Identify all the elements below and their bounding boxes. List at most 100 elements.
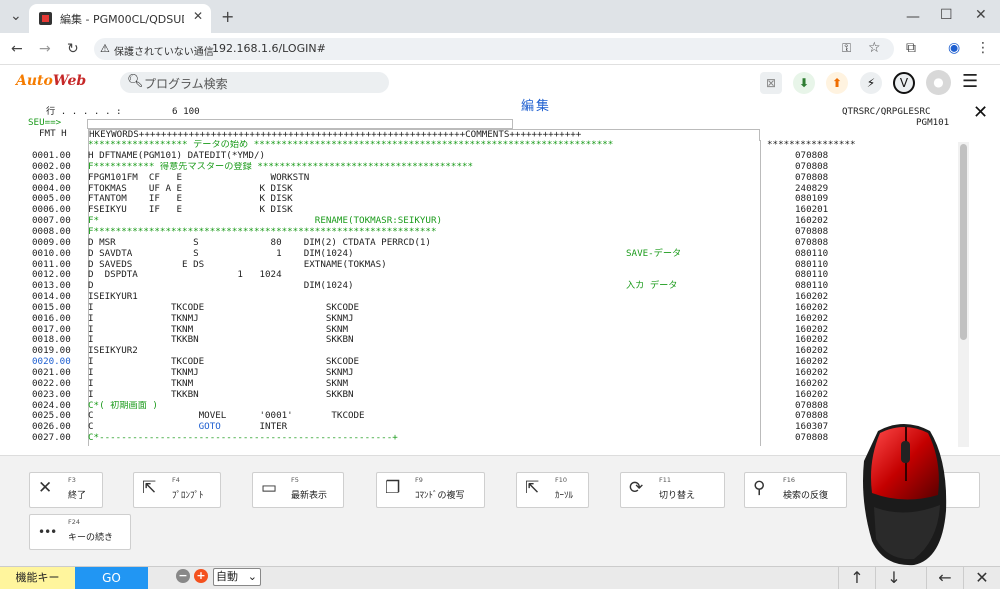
editor-close-icon[interactable]: ✕: [973, 102, 988, 123]
download-icon[interactable]: ⬇: [793, 72, 815, 94]
source-line[interactable]: F***************************************…: [88, 227, 436, 238]
more-icon: •••: [38, 525, 57, 539]
function-key-toggle[interactable]: 機能キー: [0, 567, 75, 589]
browser-tab[interactable]: 編集 - PGM00CL/QDSUDSPF (F ✕: [29, 4, 211, 33]
source-line[interactable]: FTOKMAS UF A E K DISK: [88, 184, 293, 195]
source-editor[interactable]: 行 . . . . . : 6 100 編集 QTRSRC/QRPGLESRC …: [10, 100, 970, 454]
avatar[interactable]: ●: [926, 70, 951, 95]
source-line[interactable]: I TKCODE SKCODE: [88, 303, 359, 314]
source-line[interactable]: I TKNM SKNM: [88, 325, 348, 336]
source-line[interactable]: FSEIKYU IF E K DISK: [88, 205, 293, 216]
scrollbar-thumb[interactable]: [960, 144, 967, 340]
messenger-icon[interactable]: ⚡: [860, 72, 882, 94]
fkey-label: 検索の反復: [783, 491, 829, 501]
row-value: 6 100: [172, 106, 200, 117]
fkey-code: F24: [68, 518, 81, 526]
mode-select[interactable]: 自動 ⌄: [213, 568, 261, 586]
upload-icon[interactable]: ⬆: [826, 72, 848, 94]
source-line[interactable]: D DSPDTA 1 1024: [88, 270, 282, 281]
source-line[interactable]: I TKNMJ SKNMJ: [88, 314, 354, 325]
source-line[interactable]: C*( 初期画面 ): [88, 401, 158, 412]
program-search-input[interactable]: 🔍︎ プログラム検索: [120, 72, 389, 93]
reload-icon[interactable]: ↻: [67, 42, 79, 56]
source-line[interactable]: I TKNMJ SKNMJ: [88, 368, 354, 379]
warning-icon[interactable]: ⚠: [100, 42, 110, 55]
browser-menu-icon[interactable]: ⋮: [976, 41, 990, 55]
source-line[interactable]: D SAVDTA S 1 DIM(1024): [88, 249, 354, 260]
prompt-icon: ⇱: [142, 478, 157, 498]
forward-icon[interactable]: →: [39, 42, 51, 56]
change-date: 160202: [795, 388, 829, 400]
tab-list-icon[interactable]: ⌄: [10, 8, 22, 24]
member-name: PGM101: [916, 117, 950, 128]
copy-icon: ❐: [385, 478, 401, 498]
fkey-button-f24[interactable]: ••• F24 キーの続き: [29, 514, 131, 550]
page-down-icon[interactable]: ↓: [875, 567, 912, 589]
source-line[interactable]: C GOTO INTER: [88, 422, 287, 433]
fkey-button-f5[interactable]: ▭ F5 最新表示: [252, 472, 344, 508]
source-line[interactable]: FTANTOM IF E K DISK: [88, 194, 293, 205]
source-line[interactable]: F* RENAME(TOKMASR:SEIKYUR): [88, 216, 442, 227]
back-icon[interactable]: ←: [11, 42, 23, 56]
fkey-button-f10[interactable]: ⇱ F10 ｶｰｿﾙ: [516, 472, 589, 508]
source-line[interactable]: C MOVEL '0001' TKCODE: [88, 411, 365, 422]
sequence-number[interactable]: 0027.00: [32, 432, 71, 444]
source-line[interactable]: ISEIKYUR2: [88, 346, 138, 357]
fkey-code: F10: [555, 476, 568, 484]
opcode-keyword: GOTO: [198, 422, 221, 433]
source-line[interactable]: ISEIKYUR1: [88, 292, 138, 303]
go-button[interactable]: GO: [75, 567, 148, 589]
source-line[interactable]: FPGM101FM CF E WORKSTN: [88, 173, 309, 184]
sequence-number[interactable]: 0003.00: [32, 172, 71, 184]
source-line[interactable]: D MSR S 80 DIM(2) CTDATA PERRCD(1): [88, 238, 431, 249]
sequence-number[interactable]: 0023.00: [32, 389, 71, 401]
autoweb-logo[interactable]: AutoWeb: [16, 73, 86, 89]
source-line[interactable]: I TKCODE SKCODE: [88, 357, 359, 368]
change-date: 160202: [795, 312, 829, 324]
exit-icon[interactable]: ✕: [963, 567, 1000, 589]
editor-scrollbar[interactable]: [958, 142, 969, 447]
fkey-button-f4[interactable]: ⇱ F4 ﾌﾟﾛﾝﾌﾟﾄ: [133, 472, 221, 508]
fkey-button-f3[interactable]: ✕ F3 終了: [29, 472, 103, 508]
source-line[interactable]: D SAVEDS E DS EXTNAME(TOKMAS): [88, 260, 387, 271]
source-line[interactable]: C*--------------------------------------…: [88, 433, 398, 444]
sequence-number[interactable]: 0009.00: [32, 237, 71, 249]
source-line[interactable]: F*********** 得意先マスターの登録 ****************…: [88, 162, 473, 173]
source-line[interactable]: I TKKBN SKKBN: [88, 390, 354, 401]
security-label[interactable]: 保護されていない通信: [114, 43, 214, 58]
extensions-icon[interactable]: ⧉: [906, 41, 916, 55]
new-tab-icon[interactable]: +: [221, 7, 234, 26]
key-icon[interactable]: ⚿: [842, 42, 851, 54]
hamburger-menu-icon[interactable]: ☰: [962, 73, 978, 91]
profile-icon[interactable]: ◉: [948, 41, 960, 55]
url-text[interactable]: 192.168.1.6/LOGIN#: [212, 42, 326, 55]
change-date: 070808: [795, 432, 829, 444]
fkey-button-f16[interactable]: ⚲ F16 検索の反復: [744, 472, 847, 508]
source-line[interactable]: D DIM(1024): [88, 281, 354, 292]
source-line[interactable]: I TKNM SKNM: [88, 379, 348, 390]
minus-icon[interactable]: −: [176, 569, 190, 583]
omnibox[interactable]: ⚠ 保護されていない通信 192.168.1.6/LOGIN#: [94, 38, 894, 60]
sequence-number[interactable]: 0016.00: [32, 313, 71, 325]
page-up-icon[interactable]: ↑: [838, 567, 875, 589]
seu-command-input[interactable]: [87, 119, 513, 129]
fkey-button-f9[interactable]: ❐ F9 ｺﾏﾝﾄﾞの複写: [376, 472, 485, 508]
change-date: 080110: [795, 247, 829, 259]
fkey-code: F5: [291, 476, 299, 484]
change-date: 070808: [795, 236, 829, 248]
source-line[interactable]: H DFTNAME(PGM101) DATEDIT(*YMD/): [88, 151, 265, 162]
bookmark-star-icon[interactable]: ☆: [868, 41, 881, 55]
tab-close-icon[interactable]: ✕: [193, 9, 203, 23]
minimize-icon[interactable]: —: [906, 9, 920, 25]
maximize-icon[interactable]: ☐: [940, 7, 953, 23]
brand-v-icon[interactable]: V: [893, 72, 915, 94]
back-arrow-icon[interactable]: ←: [926, 567, 963, 589]
window-close-icon[interactable]: ✕: [975, 7, 987, 23]
refresh-icon: ⟳: [629, 478, 644, 498]
plus-icon[interactable]: +: [194, 569, 208, 583]
fkey-button-f11[interactable]: ⟳ F11 切り替え: [620, 472, 725, 508]
excel-export-icon[interactable]: ⊠: [760, 72, 782, 94]
source-line[interactable]: I TKKBN SKKBN: [88, 335, 354, 346]
sequence-number[interactable]: 0010.00: [32, 248, 71, 260]
fkey-label: キーの続き: [68, 533, 114, 543]
